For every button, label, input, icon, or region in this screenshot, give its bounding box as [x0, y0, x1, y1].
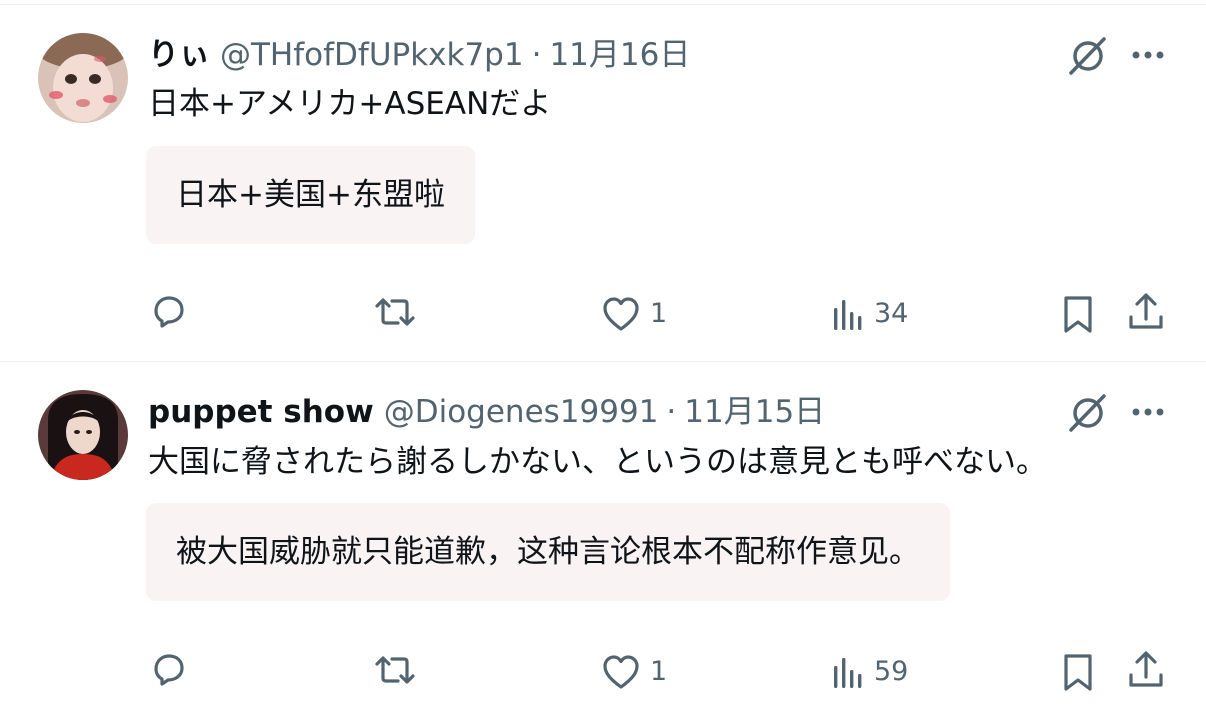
like-count: 1 — [650, 656, 668, 687]
grok-slash-circle-icon[interactable] — [1066, 390, 1110, 434]
separator-dot: · — [666, 394, 677, 430]
reply-button[interactable] — [148, 648, 188, 692]
views-button[interactable]: 34 — [830, 292, 908, 336]
post-text: 日本+アメリカ+ASEANだよ — [148, 86, 552, 122]
post[interactable]: りぃ @THfofDfUPkxk7p1 · 11月16日 日本+アメリカ+ASE… — [0, 0, 1206, 360]
view-count: 34 — [874, 298, 909, 329]
bookmark-icon — [1064, 654, 1092, 691]
like-button[interactable]: 1 — [600, 650, 667, 694]
like-button[interactable]: 1 — [600, 292, 667, 336]
share-button[interactable] — [1126, 290, 1166, 334]
like-count: 1 — [650, 298, 668, 329]
grok-slash-circle-icon[interactable] — [1066, 33, 1110, 77]
author-name[interactable]: puppet show — [148, 392, 374, 432]
share-button[interactable] — [1126, 648, 1166, 692]
translation-box: 被大国威胁就只能道歉，这种言论根本不配称作意见。 — [146, 503, 950, 601]
bar-chart-icon — [834, 300, 862, 330]
share-upload-icon — [1129, 293, 1163, 329]
heart-icon — [603, 297, 639, 331]
avatar[interactable] — [38, 33, 128, 123]
repost-button[interactable] — [372, 290, 418, 334]
bookmark-button[interactable] — [1058, 650, 1098, 694]
bar-chart-icon — [834, 658, 862, 688]
post-timestamp[interactable]: 11月16日 — [549, 35, 690, 75]
ellipsis-icon[interactable] — [1128, 33, 1168, 77]
post-header: puppet show @Diogenes19991 · 11月15日 — [148, 392, 825, 432]
reply-button[interactable] — [148, 290, 188, 334]
heart-icon — [603, 655, 639, 689]
separator-dot: · — [531, 37, 542, 73]
author-name[interactable]: りぃ — [148, 35, 210, 75]
repost-button[interactable] — [372, 648, 418, 692]
translation-box: 日本+美国+东盟啦 — [146, 146, 475, 244]
share-upload-icon — [1129, 651, 1163, 687]
author-handle[interactable]: @Diogenes19991 — [384, 392, 659, 432]
post-header: りぃ @THfofDfUPkxk7p1 · 11月16日 — [148, 35, 690, 75]
speech-bubble-icon — [154, 654, 184, 686]
author-handle[interactable]: @THfofDfUPkxk7p1 — [220, 35, 524, 75]
views-button[interactable]: 59 — [830, 650, 908, 694]
speech-bubble-icon — [154, 296, 184, 328]
repost-arrows-icon — [375, 656, 415, 684]
view-count: 59 — [874, 656, 909, 687]
bookmark-button[interactable] — [1058, 292, 1098, 336]
bookmark-icon — [1064, 296, 1092, 333]
repost-arrows-icon — [375, 298, 415, 326]
post-timestamp[interactable]: 11月15日 — [684, 392, 825, 432]
ellipsis-icon[interactable] — [1128, 390, 1168, 434]
post[interactable]: puppet show @Diogenes19991 · 11月15日 大国に脅… — [0, 362, 1206, 715]
avatar[interactable] — [38, 390, 128, 480]
post-text: 大国に脅されたら謝るしかない、というのは意見とも呼べない。 — [148, 444, 1047, 480]
